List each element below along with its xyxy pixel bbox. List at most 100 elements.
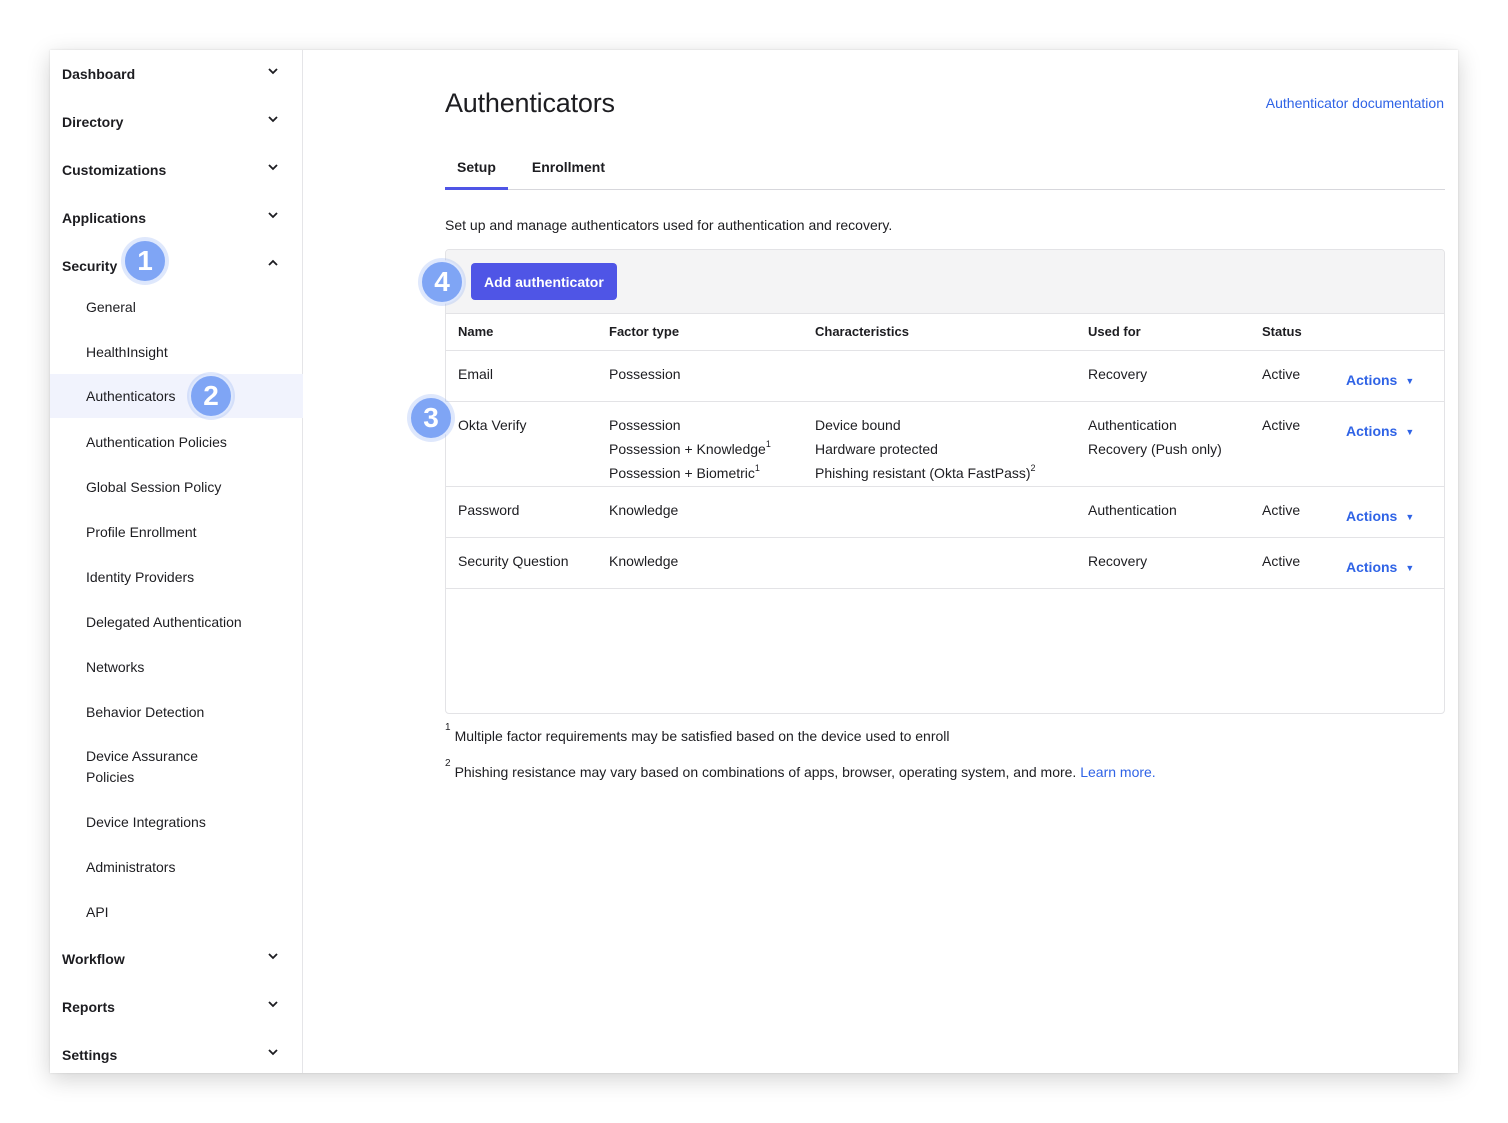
tab-setup[interactable]: Setup xyxy=(445,154,508,190)
sidebar-item-label: Dashboard xyxy=(62,66,136,82)
footnote-2: 2Phishing resistance may vary based on c… xyxy=(445,758,1156,780)
authenticator-documentation-link[interactable]: Authenticator documentation xyxy=(1266,95,1444,111)
cell-name: Email xyxy=(446,350,597,402)
panel-toolbar: Add authenticator xyxy=(446,250,1444,314)
chevron-down-icon xyxy=(268,212,278,219)
sidebar-item-label: Profile Enrollment xyxy=(86,523,197,540)
actions-label: Actions xyxy=(1346,558,1398,575)
actions-dropdown[interactable]: Actions ▼ xyxy=(1346,504,1414,530)
actions-label: Actions xyxy=(1346,422,1398,439)
sidebar-item-label: Authenticators xyxy=(86,387,176,404)
sidebar-item-authentication-policies[interactable]: Authentication Policies xyxy=(50,427,303,457)
used-for-line: Recovery (Push only) xyxy=(1088,440,1222,457)
sidebar-item-device-assurance-policies[interactable]: Device Assurance Policies xyxy=(50,744,250,790)
factor-line: Possession + Knowledge1 xyxy=(609,437,803,461)
sidebar-item-dashboard[interactable]: Dashboard xyxy=(50,50,303,98)
actions-dropdown[interactable]: Actions ▼ xyxy=(1346,368,1414,394)
sidebar-item-label: General xyxy=(86,298,136,315)
cell-status: Active xyxy=(1250,401,1334,487)
characteristic-text: Phishing resistant (Okta FastPass) xyxy=(815,464,1031,481)
add-authenticator-button[interactable]: Add authenticator xyxy=(471,263,617,300)
cell-factor-type: Knowledge xyxy=(597,486,803,538)
factor-line: Knowledge xyxy=(609,501,679,518)
footnote-mark: 1 xyxy=(445,722,451,733)
sidebar-item-api[interactable]: API xyxy=(50,897,303,927)
admin-window: Dashboard Directory Customizations Appli… xyxy=(50,50,1458,1073)
sidebar-item-identity-providers[interactable]: Identity Providers xyxy=(50,562,303,592)
factor-text: Possession + Biometric xyxy=(609,464,755,481)
table-row: Security Question Knowledge Recovery Act… xyxy=(446,537,1444,589)
sidebar-item-label: Administrators xyxy=(86,858,176,875)
footnote-text: Multiple factor requirements may be sati… xyxy=(454,728,950,744)
sidebar-item-delegated-authentication[interactable]: Delegated Authentication xyxy=(50,607,303,637)
sidebar-item-device-integrations[interactable]: Device Integrations xyxy=(50,807,303,837)
table-header-row: Name Factor type Characteristics Used fo… xyxy=(446,314,1444,351)
sidebar-item-label: Directory xyxy=(62,114,124,130)
chevron-down-icon xyxy=(268,164,278,171)
sidebar-item-settings[interactable]: Settings xyxy=(50,1031,303,1079)
caret-down-icon: ▼ xyxy=(1405,562,1415,573)
sidebar-item-healthinsight[interactable]: HealthInsight xyxy=(50,337,303,367)
sidebar-item-global-session-policy[interactable]: Global Session Policy xyxy=(50,472,303,502)
caret-down-icon: ▼ xyxy=(1405,511,1415,522)
actions-dropdown[interactable]: Actions ▼ xyxy=(1346,419,1414,445)
sidebar-item-directory[interactable]: Directory xyxy=(50,98,303,146)
cell-actions: Actions ▼ xyxy=(1334,350,1444,402)
sidebar-item-label: Reports xyxy=(62,999,115,1015)
sidebar-item-label: Identity Providers xyxy=(86,568,195,585)
used-for-line: Authentication xyxy=(1088,501,1177,518)
sidebar-item-authenticators[interactable]: Authenticators xyxy=(50,374,303,418)
cell-characteristics: Device bound Hardware protected Phishing… xyxy=(803,401,1076,487)
cell-actions: Actions ▼ xyxy=(1334,537,1444,589)
sidebar-item-label: HealthInsight xyxy=(86,343,168,360)
sidebar-item-workflow[interactable]: Workflow xyxy=(50,935,303,983)
chevron-down-icon xyxy=(268,116,278,123)
cell-used-for: Recovery xyxy=(1076,350,1250,402)
cell-factor-type: Possession Possession + Knowledge1 Posse… xyxy=(597,401,803,487)
sidebar-item-label: Applications xyxy=(62,210,147,226)
cell-status: Active xyxy=(1250,350,1334,402)
cell-characteristics xyxy=(803,486,1076,538)
table-row: Password Knowledge Authentication Active… xyxy=(446,486,1444,538)
used-for-line: Recovery xyxy=(1088,552,1148,569)
sidebar-item-security[interactable]: Security xyxy=(50,242,303,290)
sidebar-item-label: Delegated Authentication xyxy=(86,613,242,630)
tab-enrollment[interactable]: Enrollment xyxy=(520,154,617,190)
chevron-down-icon xyxy=(268,1049,278,1056)
factor-text: Possession xyxy=(609,416,681,433)
characteristic-line: Phishing resistant (Okta FastPass)2 xyxy=(815,461,1076,485)
sidebar-item-administrators[interactable]: Administrators xyxy=(50,852,303,882)
used-for-line: Recovery xyxy=(1088,365,1148,382)
cell-characteristics xyxy=(803,537,1076,589)
cell-used-for: Authentication xyxy=(1076,486,1250,538)
chevron-down-icon xyxy=(268,1001,278,1008)
footnote-ref: 1 xyxy=(765,438,771,449)
sidebar-item-behavior-detection[interactable]: Behavior Detection xyxy=(50,697,303,727)
sidebar-item-customizations[interactable]: Customizations xyxy=(50,146,303,194)
chevron-down-icon xyxy=(268,68,278,75)
chevron-up-icon xyxy=(268,259,278,266)
cell-actions: Actions ▼ xyxy=(1334,401,1444,487)
characteristic-text: Device bound xyxy=(815,416,901,433)
factor-line: Knowledge xyxy=(609,552,679,569)
sidebar-item-networks[interactable]: Networks xyxy=(50,652,303,682)
sidebar-item-profile-enrollment[interactable]: Profile Enrollment xyxy=(50,517,303,547)
cell-used-for: Authentication Recovery (Push only) xyxy=(1076,401,1250,487)
chevron-down-icon xyxy=(268,953,278,960)
sidebar-item-applications[interactable]: Applications xyxy=(50,194,303,242)
factor-line: Possession xyxy=(609,365,681,382)
column-header-used-for: Used for xyxy=(1076,314,1250,351)
sidebar-item-general[interactable]: General xyxy=(50,292,303,322)
footnote-mark: 2 xyxy=(445,758,451,769)
sidebar-item-label: Device Integrations xyxy=(86,813,206,830)
sidebar-item-label: Authentication Policies xyxy=(86,433,227,450)
cell-status: Active xyxy=(1250,486,1334,538)
learn-more-link[interactable]: Learn more. xyxy=(1080,764,1155,780)
actions-dropdown[interactable]: Actions ▼ xyxy=(1346,555,1414,581)
cell-used-for: Recovery xyxy=(1076,537,1250,589)
callout-badge-1: 1 xyxy=(123,239,167,283)
sidebar-item-reports[interactable]: Reports xyxy=(50,983,303,1031)
tab-bar: Setup Enrollment xyxy=(445,154,1445,190)
sidebar-item-label: Networks xyxy=(86,658,145,675)
factor-line: Possession xyxy=(609,413,803,437)
